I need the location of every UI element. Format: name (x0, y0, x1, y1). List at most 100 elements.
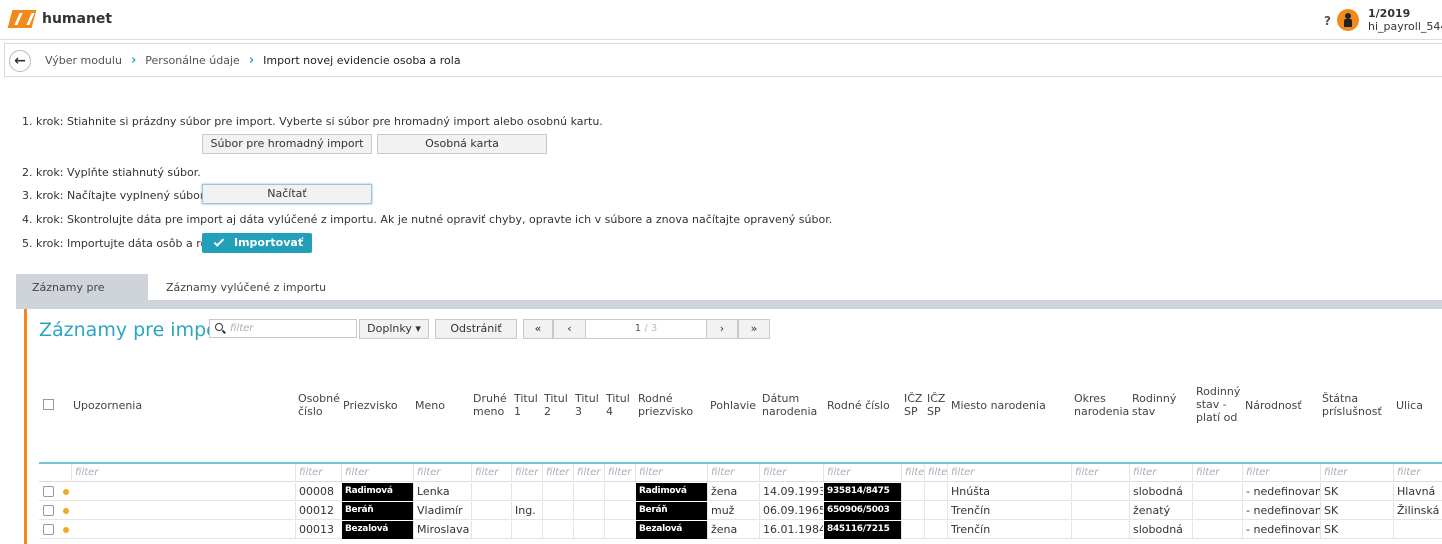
filter-gender[interactable]: filter (707, 464, 759, 482)
col-header-icz-sp-1[interactable]: IČZ SP (904, 392, 924, 418)
tab-excluded-records[interactable]: Záznamy vylúčené z importu (150, 274, 342, 302)
breadcrumb-module-select[interactable]: Výber modulu (45, 54, 122, 67)
filter-title-3[interactable]: filter (573, 464, 604, 482)
col-header-title-3[interactable]: Titul 3 (575, 392, 603, 418)
filter-middle-name[interactable]: filter (471, 464, 511, 482)
cell-personal-number: 00012 (295, 502, 341, 520)
col-header-icz-sp-2[interactable]: IČZ SP (927, 392, 947, 418)
cell-title-1: Ing. (511, 502, 542, 520)
breadcrumb-personal-data[interactable]: Personálne údaje (145, 54, 240, 67)
filter-birth-place[interactable]: filter (947, 464, 1071, 482)
cell-gender: žena (707, 483, 759, 501)
col-header-birth-place[interactable]: Miesto narodenia (951, 399, 1046, 412)
row-checkbox[interactable] (43, 524, 54, 535)
search-input[interactable]: filter (209, 319, 357, 338)
col-header-nationality[interactable]: Národnosť (1245, 399, 1302, 412)
cell-birth-place: Trenčín (947, 502, 1071, 520)
back-arrow-button[interactable]: ← (9, 50, 31, 72)
cell-citizenship: SK (1320, 521, 1393, 539)
col-header-title-2[interactable]: Titul 2 (544, 392, 572, 418)
col-header-birth-district[interactable]: Okres narodenia (1074, 392, 1129, 418)
col-header-citizenship[interactable]: Štátna príslušnosť (1322, 392, 1386, 418)
user-name[interactable]: hi_payroll_5441 (1368, 20, 1442, 33)
load-file-button[interactable]: Načítať (202, 184, 372, 204)
filter-personal-number[interactable]: filter (295, 464, 341, 482)
table-row[interactable]: 00013 Bezalová Miroslava Bezalová žena 1… (39, 521, 1442, 539)
col-header-marital-status-since[interactable]: Rodinný stav - platí od (1196, 385, 1244, 424)
page-input[interactable]: 1 / 3 (586, 319, 706, 339)
col-header-birth-date[interactable]: Dátum narodenia (762, 392, 822, 418)
help-button[interactable]: ? (1324, 14, 1331, 28)
grid-header: Upozornenia Osobné číslo Priezvisko Meno… (39, 369, 1442, 462)
col-header-warnings[interactable]: Upozornenia (73, 399, 142, 412)
warning-dot-icon (63, 508, 69, 514)
filter-birth-date[interactable]: filter (759, 464, 823, 482)
filter-street[interactable]: filter (1393, 464, 1442, 482)
step-4-text: 4. krok: Skontrolujte dáta pre import aj… (22, 213, 833, 226)
remove-button[interactable]: Odstrániť (435, 319, 517, 339)
cell-street: Žilinská (1393, 502, 1442, 520)
col-header-marital-status[interactable]: Rodinný stav (1132, 392, 1182, 418)
filter-birth-number[interactable]: filter (823, 464, 901, 482)
cell-title-3 (573, 521, 604, 539)
col-header-title-4[interactable]: Titul 4 (606, 392, 634, 418)
tab-import-records[interactable]: Záznamy pre import (16, 274, 148, 322)
col-header-gender[interactable]: Pohlavie (710, 399, 756, 412)
filter-icz-sp-2[interactable]: filter (924, 464, 947, 482)
filter-first-name[interactable]: filter (413, 464, 471, 482)
breadcrumb: Výber modulu › Personálne údaje › Import… (45, 54, 461, 67)
cell-title-4 (604, 521, 635, 539)
col-header-first-name[interactable]: Meno (415, 399, 445, 412)
bulk-import-file-button[interactable]: Súbor pre hromadný import (202, 134, 372, 154)
select-all-checkbox[interactable] (43, 399, 54, 410)
col-header-birth-surname[interactable]: Rodné priezvisko (638, 392, 698, 418)
cell-marital-status-since (1192, 521, 1242, 539)
last-page-button[interactable]: » (738, 319, 770, 339)
step-1-text: 1. krok: Stiahnite si prázdny súbor pre … (22, 115, 603, 128)
personal-card-button[interactable]: Osobná karta (377, 134, 547, 154)
extras-dropdown[interactable]: Doplnky ▾ (359, 319, 429, 339)
cell-birth-number: 650906/5003 (823, 502, 901, 520)
cell-title-3 (573, 502, 604, 520)
cell-surname: Radimová (341, 483, 413, 501)
cell-birth-date: 06.09.1965 (759, 502, 823, 520)
cell-icz-sp-1 (901, 521, 924, 539)
app-logo[interactable]: humanet (7, 10, 112, 28)
col-header-personal-number[interactable]: Osobné číslo (298, 392, 340, 418)
table-row[interactable]: 00012 Beráň Vladimír Ing. Beráň muž 06.0… (39, 502, 1442, 520)
filter-citizenship[interactable]: filter (1320, 464, 1393, 482)
filter-warnings[interactable]: filter (71, 464, 295, 482)
col-header-birth-number[interactable]: Rodné číslo (827, 399, 890, 412)
col-header-surname[interactable]: Priezvisko (343, 399, 398, 412)
cell-marital-status-since (1192, 483, 1242, 501)
filter-birth-district[interactable]: filter (1071, 464, 1129, 482)
filter-icz-sp-1[interactable]: filter (901, 464, 924, 482)
cell-citizenship: SK (1320, 502, 1393, 520)
import-button[interactable]: Importovať (202, 233, 312, 253)
filter-surname[interactable]: filter (341, 464, 413, 482)
filter-marital-status[interactable]: filter (1129, 464, 1192, 482)
next-page-button[interactable]: › (706, 319, 738, 339)
col-header-title-1[interactable]: Titul 1 (514, 392, 542, 418)
filter-nationality[interactable]: filter (1242, 464, 1320, 482)
first-page-button[interactable]: « (523, 319, 553, 339)
cell-nationality: - nedefinované - (1242, 502, 1320, 520)
records-panel: Záznamy pre import filter Doplnky ▾ Odst… (24, 309, 1442, 544)
filter-title-1[interactable]: filter (511, 464, 542, 482)
filter-birth-surname[interactable]: filter (635, 464, 707, 482)
table-row[interactable]: 00008 Radimová Lenka Radimová žena 14.09… (39, 483, 1442, 501)
row-checkbox[interactable] (43, 486, 54, 497)
cell-marital-status: slobodná (1129, 483, 1192, 501)
filter-marital-status-since[interactable]: filter (1192, 464, 1242, 482)
cell-birth-district (1071, 502, 1129, 520)
cell-street: Hlavná (1393, 483, 1442, 501)
row-checkbox[interactable] (43, 505, 54, 516)
checkmark-icon (213, 236, 225, 247)
user-avatar-icon[interactable] (1337, 9, 1359, 31)
filter-title-4[interactable]: filter (604, 464, 635, 482)
cell-citizenship: SK (1320, 483, 1393, 501)
col-header-street[interactable]: Ulica (1396, 399, 1423, 412)
prev-page-button[interactable]: ‹ (553, 319, 586, 339)
col-header-middle-name[interactable]: Druhé meno (473, 392, 513, 418)
filter-title-2[interactable]: filter (542, 464, 573, 482)
